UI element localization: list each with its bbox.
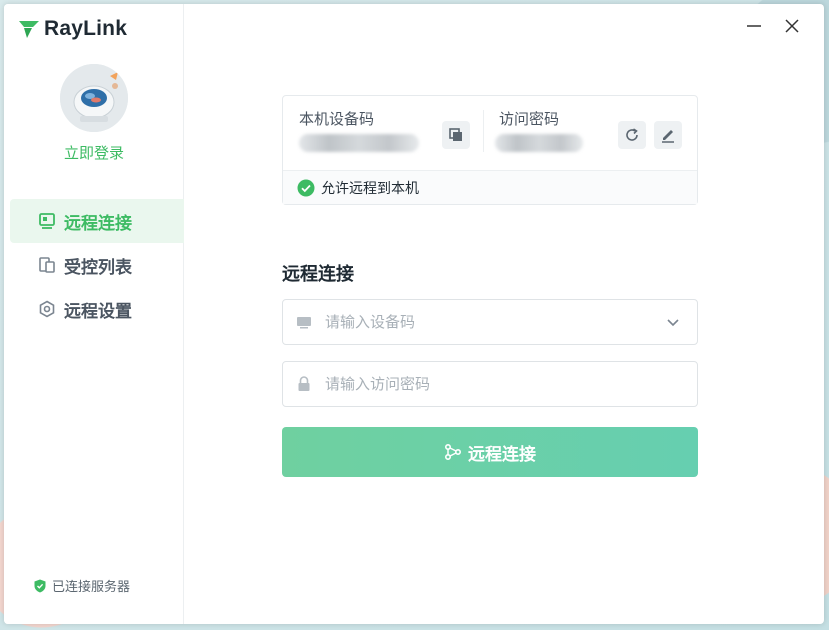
access-password-input[interactable]: [325, 375, 697, 393]
section-title: 远程连接: [282, 264, 354, 285]
close-icon: [785, 19, 799, 33]
astronaut-avatar-icon: [60, 64, 128, 132]
remote-connect-button[interactable]: 远程连接: [282, 427, 698, 477]
minimize-button[interactable]: [744, 16, 764, 36]
copy-device-code-button[interactable]: [442, 121, 470, 149]
chevron-down-icon[interactable]: [665, 314, 681, 330]
app-logo: RayLink: [18, 16, 127, 42]
device-code-section: 本机设备码: [299, 108, 374, 129]
access-password-masked-value: [495, 134, 583, 152]
edit-password-button[interactable]: [654, 121, 682, 149]
device-info-card: 本机设备码 访问密码 允许远程到本机: [282, 95, 698, 205]
close-button[interactable]: [782, 16, 802, 36]
sidebar-item-label: 受控列表: [64, 257, 132, 278]
access-password-field[interactable]: [282, 361, 698, 407]
sidebar-item-controlled-list[interactable]: 受控列表: [10, 243, 184, 287]
login-link[interactable]: 立即登录: [4, 142, 184, 163]
minimize-icon: [747, 25, 761, 27]
devices-icon: [38, 256, 56, 274]
lock-icon: [295, 375, 313, 393]
sidebar: RayLink 立即登录 远程连接 受控列表 远程设置 已连接服务器: [4, 4, 184, 624]
device-code-field[interactable]: [282, 299, 698, 345]
edit-pencil-icon: [662, 130, 674, 143]
server-status-text: 已连接服务器: [52, 580, 131, 595]
device-code-input[interactable]: [325, 313, 697, 331]
window-controls: [744, 16, 802, 36]
sidebar-item-label: 远程设置: [64, 301, 132, 322]
refresh-icon: [626, 128, 638, 141]
access-password-section: 访问密码: [499, 108, 559, 129]
app-window: RayLink 立即登录 远程连接 受控列表 远程设置 已连接服务器 本机设备码…: [4, 4, 824, 624]
connect-nodes-icon: [444, 443, 462, 461]
copy-icon: [449, 128, 462, 141]
device-code-masked-value: [299, 134, 419, 152]
shield-check-icon: [34, 579, 46, 592]
hexagon-settings-icon: [38, 300, 56, 318]
sidebar-item-remote-settings[interactable]: 远程设置: [10, 287, 184, 331]
raylink-logo-icon: [19, 21, 39, 38]
monitor-icon: [38, 212, 56, 230]
avatar[interactable]: [60, 64, 128, 132]
remote-connect-button-label: 远程连接: [468, 444, 536, 465]
allow-remote-label: 允许远程到本机: [321, 180, 419, 197]
app-name: RayLink: [44, 17, 128, 40]
check-circle-icon: [297, 179, 315, 196]
allow-remote-row[interactable]: 允许远程到本机: [283, 170, 697, 204]
sidebar-item-remote-connect[interactable]: 远程连接: [10, 199, 184, 243]
device-code-label: 本机设备码: [299, 110, 375, 128]
monitor-icon: [295, 313, 313, 331]
info-divider: [483, 110, 484, 152]
sidebar-item-label: 远程连接: [64, 213, 132, 234]
server-status: 已连接服务器: [34, 576, 130, 595]
access-password-label: 访问密码: [499, 110, 560, 128]
sidebar-nav: 远程连接 受控列表 远程设置: [4, 199, 184, 331]
refresh-password-button[interactable]: [618, 121, 646, 149]
